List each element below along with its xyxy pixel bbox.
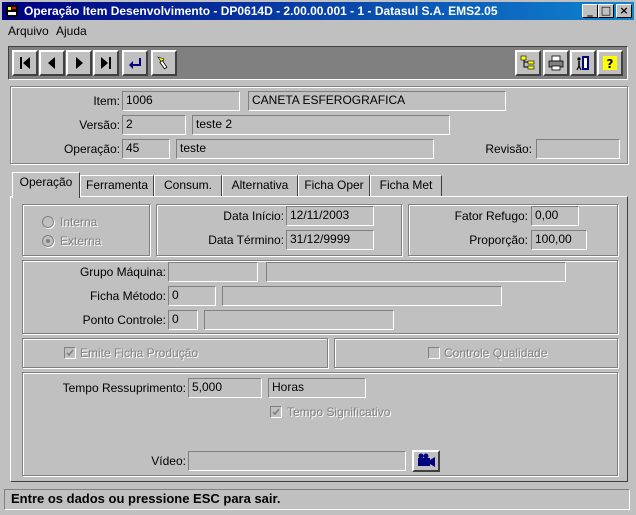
menu-ajuda[interactable]: Ajuda	[56, 24, 87, 38]
tree-view-button[interactable]	[515, 50, 541, 76]
minimize-button[interactable]: _	[582, 4, 598, 18]
tree-icon	[520, 55, 535, 70]
menu-arquivo[interactable]: Arquivo	[8, 24, 49, 38]
toolbar: ?	[8, 46, 628, 80]
first-record-button[interactable]	[12, 50, 38, 76]
svg-text:?: ?	[607, 57, 614, 71]
versao-description-field: teste 2	[192, 115, 450, 135]
revisao-label: Revisão:	[485, 142, 532, 156]
revisao-field[interactable]	[536, 139, 620, 159]
first-icon	[20, 57, 30, 69]
title-bar: Operação Item Desenvolvimento - DP0614D …	[2, 2, 634, 20]
tab-ficha-met[interactable]: Ficha Met	[370, 175, 442, 197]
operacao-description-field: teste	[176, 139, 434, 159]
previous-record-button[interactable]	[39, 50, 65, 76]
tab-ficha-oper[interactable]: Ficha Oper	[298, 175, 370, 197]
help-icon: ?	[603, 56, 617, 71]
goto-button[interactable]	[122, 50, 148, 76]
flashlight-icon	[157, 56, 168, 70]
item-code-field[interactable]: 1006	[122, 91, 240, 111]
exit-door-icon	[576, 56, 589, 71]
print-button[interactable]	[543, 50, 569, 76]
tab-operacao[interactable]: Operação	[12, 172, 80, 198]
help-button[interactable]: ?	[597, 50, 623, 76]
menu-bar: Arquivo Ajuda	[2, 22, 634, 40]
item-label: Item:	[93, 94, 120, 108]
exit-button[interactable]	[570, 50, 596, 76]
versao-label: Versão:	[79, 118, 120, 132]
operacao-code-field[interactable]: 45	[122, 139, 170, 159]
operacao-label: Operação:	[63, 142, 120, 156]
item-description-field: CANETA ESFEROGRAFICA	[248, 91, 506, 111]
previous-icon	[48, 57, 55, 69]
maximize-button[interactable]: □	[598, 4, 614, 18]
tab-consum[interactable]: Consum.	[154, 175, 222, 197]
last-icon	[101, 57, 111, 69]
printer-icon	[548, 55, 564, 71]
versao-code-field[interactable]: 2	[122, 115, 186, 135]
tab-ferramenta[interactable]: Ferramenta	[80, 175, 154, 197]
status-bar: Entre os dados ou pressione ESC para sai…	[4, 489, 630, 510]
window-title: Operação Item Desenvolvimento - DP0614D …	[24, 4, 498, 18]
close-button[interactable]: ×	[616, 4, 632, 18]
next-record-button[interactable]	[66, 50, 92, 76]
search-button[interactable]	[151, 50, 177, 76]
app-icon	[6, 5, 18, 17]
next-icon	[76, 57, 83, 69]
return-arrow-icon	[129, 58, 141, 69]
last-record-button[interactable]	[93, 50, 119, 76]
tab-alternativa[interactable]: Alternativa	[222, 175, 298, 197]
tab-page	[10, 196, 628, 482]
